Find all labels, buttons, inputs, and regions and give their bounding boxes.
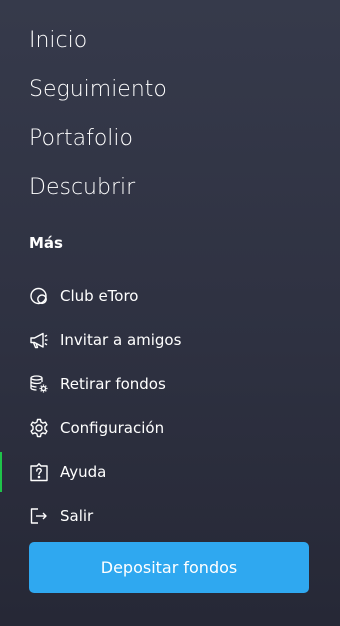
menu-item-settings[interactable]: Configuración: [0, 406, 340, 450]
menu-item-label: Retirar fondos: [60, 375, 166, 393]
deposit-funds-button[interactable]: Depositar fondos: [29, 542, 309, 593]
megaphone-icon: [29, 330, 49, 350]
nav-item-portafolio[interactable]: Portafolio: [29, 114, 167, 163]
more-menu: Club eToro Invitar a amigos Retirar fond…: [0, 274, 340, 538]
menu-item-help[interactable]: Ayuda: [0, 450, 340, 494]
nav-item-seguimiento[interactable]: Seguimiento: [29, 65, 167, 114]
menu-item-logout[interactable]: Salir: [0, 494, 340, 538]
club-icon: [29, 286, 49, 306]
gear-icon: [29, 418, 49, 438]
menu-item-label: Ayuda: [60, 463, 107, 481]
menu-item-label: Club eToro: [60, 287, 139, 305]
coins-gear-icon: [29, 374, 49, 394]
menu-item-invite-friends[interactable]: Invitar a amigos: [0, 318, 340, 362]
menu-item-withdraw-funds[interactable]: Retirar fondos: [0, 362, 340, 406]
menu-item-club-etoro[interactable]: Club eToro: [0, 274, 340, 318]
menu-item-label: Configuración: [60, 419, 165, 437]
nav-item-inicio[interactable]: Inicio: [29, 16, 167, 65]
logout-icon: [29, 506, 49, 526]
menu-item-label: Invitar a amigos: [60, 331, 182, 349]
more-section-title: Más: [29, 234, 63, 252]
menu-item-label: Salir: [60, 507, 94, 525]
main-navigation: Inicio Seguimiento Portafolio Descubrir: [29, 16, 167, 212]
help-icon: [29, 462, 49, 482]
nav-item-descubrir[interactable]: Descubrir: [29, 163, 167, 212]
